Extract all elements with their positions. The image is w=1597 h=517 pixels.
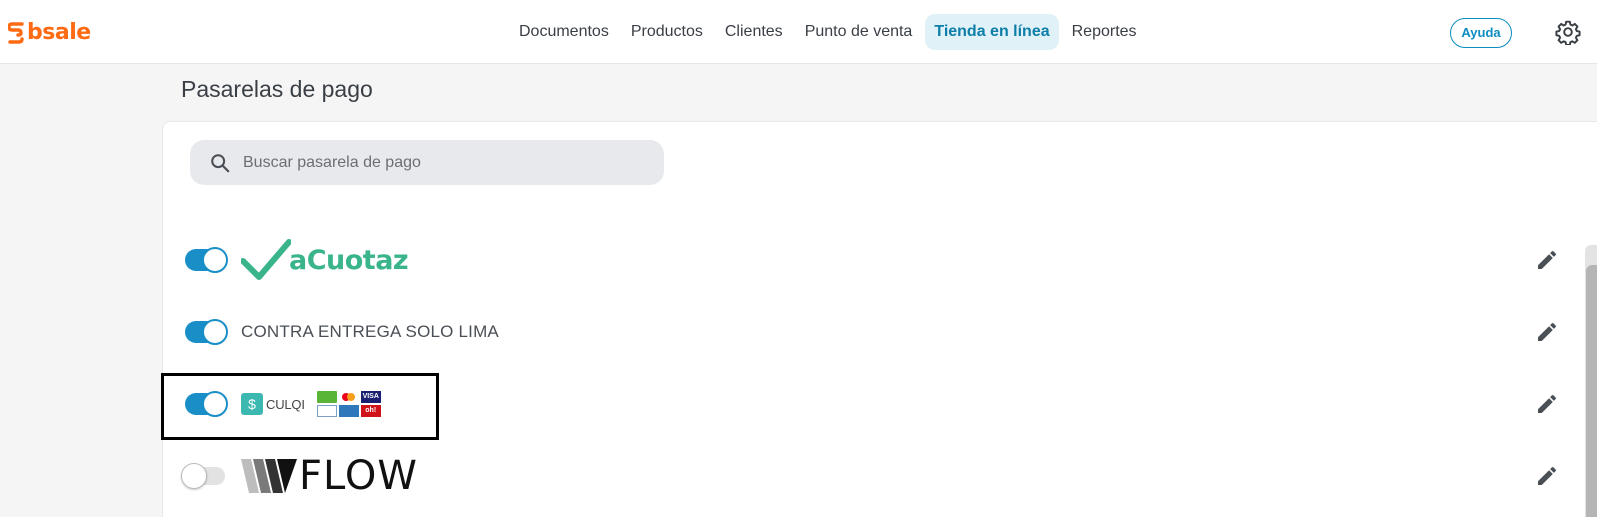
edit-culqi-icon[interactable] (1535, 392, 1559, 416)
nav-item-punto-de-venta[interactable]: Punto de venta (796, 14, 922, 50)
acuotaz-logo-text: aCuotaz (289, 244, 409, 276)
toggle-knob (202, 319, 228, 345)
top-navbar: bsale Documentos Productos Clientes Punt… (0, 0, 1597, 64)
scrollbar-thumb[interactable] (1586, 265, 1597, 517)
gateway-toggle-acuotaz[interactable] (185, 247, 228, 273)
gear-icon[interactable] (1555, 19, 1581, 45)
help-button[interactable]: Ayuda (1450, 18, 1512, 48)
search-input[interactable] (243, 153, 623, 172)
search-icon (211, 153, 230, 172)
edit-acuotaz-icon[interactable] (1535, 248, 1559, 272)
gateway-row-flow: FLOW (181, 446, 1565, 506)
acuotaz-check-icon (241, 239, 291, 280)
bsale-logo[interactable]: bsale (8, 20, 91, 45)
gateway-toggle-flow[interactable] (181, 463, 225, 489)
edit-flow-icon[interactable] (1535, 464, 1559, 488)
flow-mark-icon (241, 459, 297, 493)
acuotaz-logo: aCuotaz (241, 239, 409, 281)
gateway-name-contra-entrega: CONTRA ENTREGA SOLO LIMA (241, 322, 499, 341)
gateway-row-contra-entrega: CONTRA ENTREGA SOLO LIMA (185, 302, 1565, 362)
bsale-logo-text: bsale (27, 20, 91, 45)
nav-item-documentos[interactable]: Documentos (510, 14, 618, 50)
page-title: Pasarelas de pago (181, 76, 373, 102)
bsale-logo-icon (8, 21, 24, 44)
nav-item-productos[interactable]: Productos (622, 14, 712, 50)
gateway-toggle-contra-entrega[interactable] (185, 319, 228, 345)
main-nav: Documentos Productos Clientes Punto de v… (510, 14, 1150, 50)
nav-item-reportes[interactable]: Reportes (1063, 14, 1146, 50)
edit-contra-entrega-icon[interactable] (1535, 320, 1559, 344)
flow-logo: FLOW (241, 456, 418, 496)
flow-logo-text: FLOW (299, 453, 418, 499)
search-bar[interactable] (190, 140, 664, 185)
gateway-row-acuotaz: aCuotaz (185, 230, 1565, 290)
nav-item-tienda-en-linea[interactable]: Tienda en línea (925, 14, 1059, 50)
nav-item-clientes[interactable]: Clientes (716, 14, 792, 50)
selection-highlight (161, 373, 439, 440)
toggle-knob (202, 247, 228, 273)
toggle-knob (181, 463, 207, 489)
